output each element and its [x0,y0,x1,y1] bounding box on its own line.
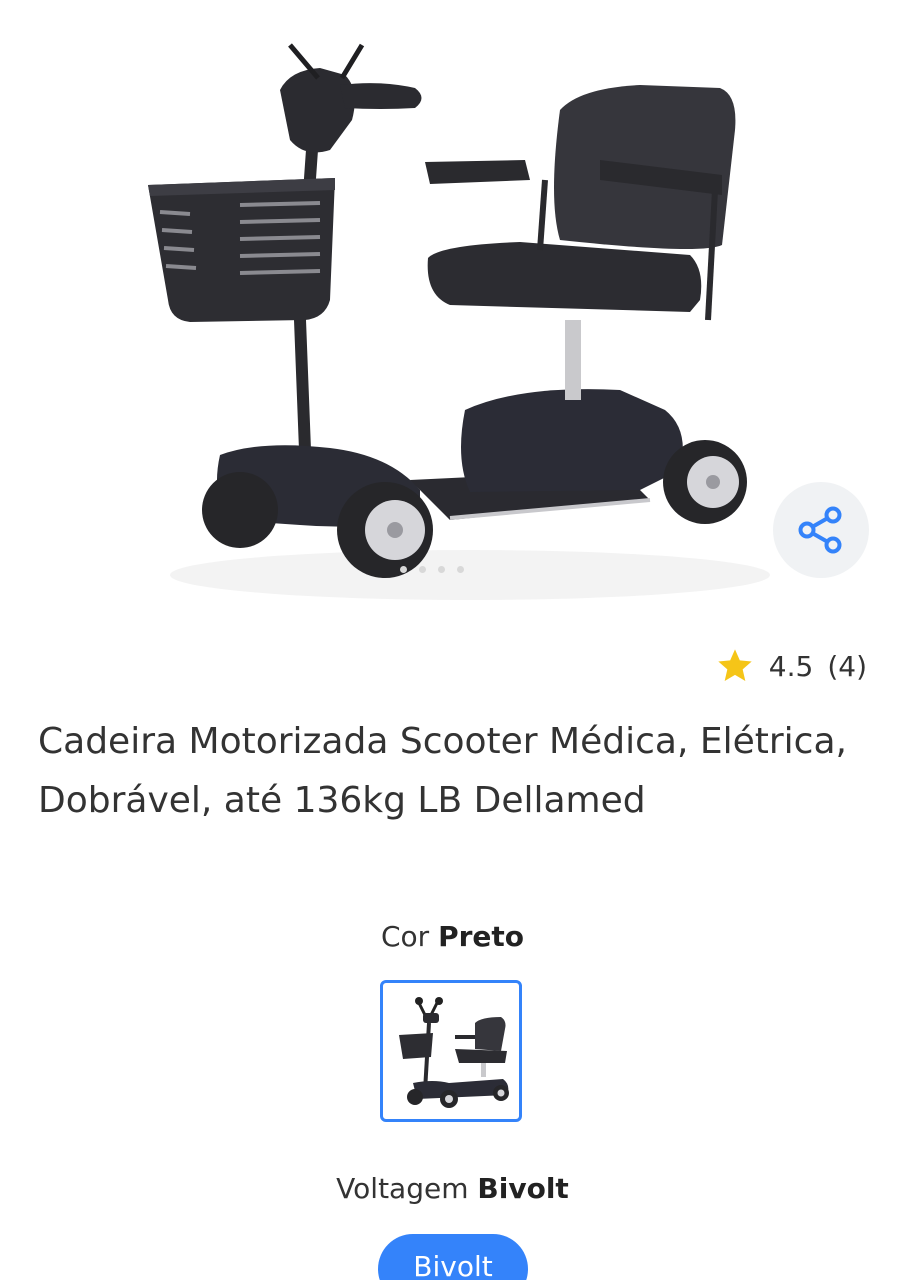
rating-value: 4.5 [768,649,814,683]
carousel-indicator [400,566,464,573]
scooter-thumbnail-image [399,997,509,1108]
color-option-thumbnail[interactable] [380,980,522,1122]
product-image-gallery[interactable] [0,0,905,640]
carousel-dot[interactable] [419,566,426,573]
carousel-dot[interactable] [438,566,445,573]
voltage-value: Bivolt [477,1172,569,1205]
star-icon [715,646,755,686]
color-label: Cor [380,920,430,953]
voltage-option-label: Bivolt [413,1250,493,1280]
voltage-option-button[interactable]: Bivolt [378,1234,528,1280]
voltage-variant-label: Voltagem Bivolt [0,1172,905,1205]
share-button[interactable] [773,482,869,578]
rating-count: (4) [827,649,867,683]
product-page: 4.5 (4) Cadeira Motorizada Scooter Médic… [0,0,905,1280]
scooter-image [148,43,770,600]
color-variant-label: Cor Preto [0,920,905,953]
product-title: Cadeira Motorizada Scooter Médica, Elétr… [38,721,847,821]
product-rating[interactable]: 4.5 (4) [715,646,867,686]
voltage-label: Voltagem [336,1172,469,1205]
carousel-dot[interactable] [400,566,407,573]
carousel-dot[interactable] [457,566,464,573]
color-value: Preto [438,920,525,953]
share-icon [798,506,842,554]
